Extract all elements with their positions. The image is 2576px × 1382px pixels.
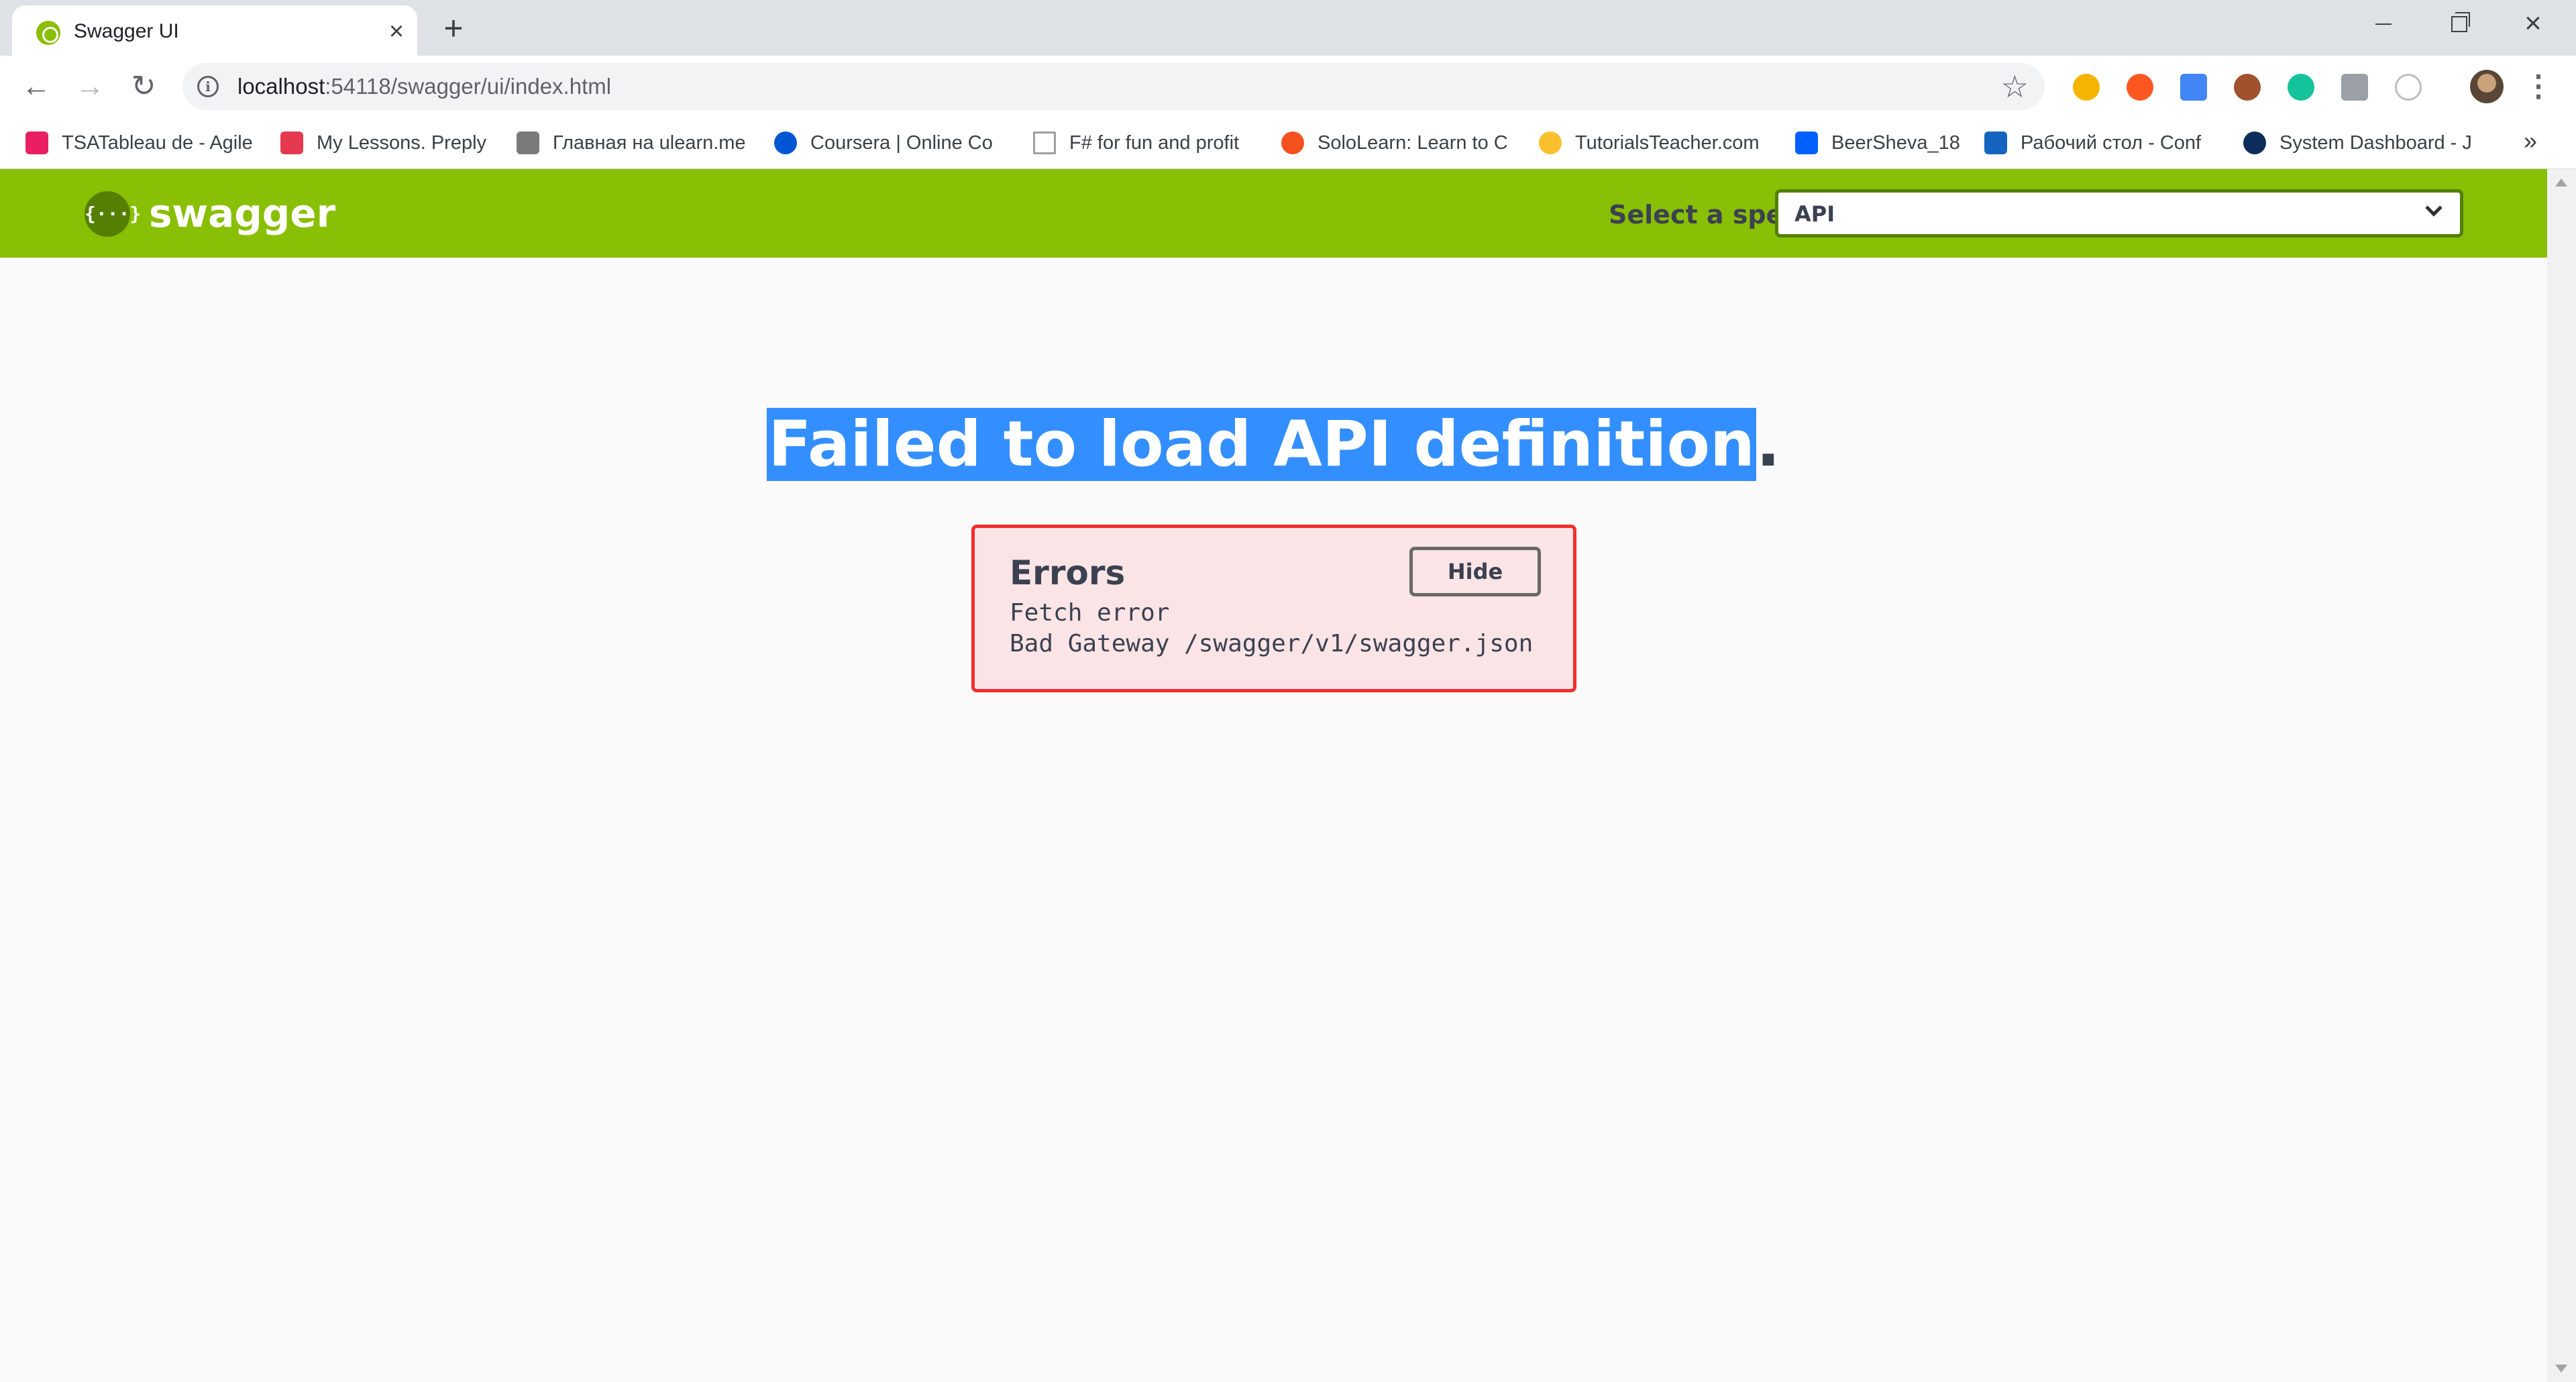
- tab-title: Swagger UI: [74, 20, 179, 42]
- extension-puzzle-icon[interactable]: [2073, 74, 2100, 101]
- sololearn-icon: [1281, 131, 1304, 154]
- browser-tab-strip: Swagger UI × + ×: [0, 0, 2576, 56]
- grammarly-icon[interactable]: [2288, 74, 2314, 101]
- bookmark-label: BeerSheva_18: [1831, 131, 1960, 154]
- bookmark-label: Главная на ulearn.me: [553, 131, 745, 154]
- bookmark-item[interactable]: F# for fun and profit: [1033, 127, 1261, 159]
- swagger-favicon-icon: [36, 21, 60, 45]
- minimize-button[interactable]: [2345, 0, 2420, 47]
- download-arrow-icon[interactable]: [2341, 74, 2368, 101]
- jira-icon: [2243, 131, 2266, 154]
- extension-circle-icon[interactable]: [2395, 74, 2422, 101]
- url-path: :54118/swagger/ui/index.html: [325, 74, 612, 99]
- bookmark-item[interactable]: Coursera | Online Co: [774, 127, 1002, 159]
- select-spec-label: Select a spec: [1609, 200, 1799, 229]
- errors-heading: Errors: [1010, 553, 1126, 592]
- hide-button[interactable]: Hide: [1409, 547, 1541, 596]
- bookmark-item[interactable]: Рабочий стол - Conf: [1984, 127, 2212, 159]
- restore-button[interactable]: [2420, 0, 2496, 47]
- url-text[interactable]: localhost:54118/swagger/ui/index.html: [237, 74, 611, 99]
- tutorialsteacher-icon: [1539, 131, 1562, 154]
- swagger-topbar: {···} swagger Select a spec API: [0, 169, 2547, 258]
- bookmark-item[interactable]: BeerSheva_18: [1795, 127, 1976, 159]
- bookmark-label: Рабочий стол - Conf: [2021, 131, 2202, 154]
- bookmark-item[interactable]: SoloLearn: Learn to C: [1281, 127, 1509, 159]
- coursera-infinity-icon: [774, 131, 797, 154]
- spec-select[interactable]: API: [1775, 189, 2463, 237]
- new-tab-button[interactable]: +: [435, 9, 472, 47]
- page-title: Failed to load API definition.: [0, 408, 2547, 481]
- tab-swagger-ui[interactable]: Swagger UI ×: [12, 5, 417, 56]
- bookmark-item[interactable]: System Dashboard - J: [2243, 127, 2471, 159]
- bookmark-label: F# for fun and profit: [1069, 131, 1240, 154]
- bookmark-favicon-icon: [25, 131, 48, 154]
- swagger-logo-icon[interactable]: {···}: [85, 191, 141, 237]
- bookmark-item[interactable]: TSATableau de - Agile: [25, 127, 254, 159]
- scroll-up-arrow-icon[interactable]: [2555, 178, 2567, 187]
- chevron-down-icon: [2425, 199, 2443, 217]
- tab-close-icon[interactable]: ×: [380, 15, 413, 48]
- browser-toolbar: ← → ↻ i localhost:54118/swagger/ui/index…: [0, 56, 2576, 117]
- extension-window-icon[interactable]: [2180, 74, 2207, 101]
- bookmark-favicon-icon: [280, 131, 303, 154]
- error-message: Bad Gateway /swagger/v1/swagger.json: [1010, 630, 1534, 657]
- bookmark-label: System Dashboard - J: [2279, 131, 2471, 154]
- error-message: Fetch error: [1010, 599, 1170, 627]
- selected-title-text: Failed to load API definition: [767, 408, 1756, 481]
- forward-arrow-icon[interactable]: →: [70, 66, 110, 107]
- extension-fire-icon[interactable]: [2127, 74, 2153, 101]
- document-icon: [1033, 131, 1056, 154]
- address-bar[interactable]: i localhost:54118/swagger/ui/index.html …: [182, 63, 2045, 110]
- scroll-down-arrow-icon[interactable]: [2555, 1365, 2567, 1373]
- close-window-button[interactable]: ×: [2496, 0, 2571, 47]
- bookmark-label: SoloLearn: Learn to C: [1318, 131, 1508, 154]
- bookmark-favicon-icon: [517, 131, 539, 154]
- bookmark-label: TSATableau de - Agile: [62, 131, 253, 154]
- bookmark-item[interactable]: My Lessons. Preply: [280, 127, 495, 159]
- title-period: .: [1756, 408, 1780, 481]
- bookmarks-bar: TSATableau de - Agile My Lessons. Preply…: [0, 117, 2576, 169]
- url-host: localhost: [237, 74, 325, 99]
- errors-panel: Errors Hide Fetch error Bad Gateway /swa…: [971, 525, 1576, 692]
- reload-icon[interactable]: ↻: [123, 66, 164, 107]
- confluence-icon: [1984, 131, 2007, 154]
- bookmarks-overflow-button[interactable]: »: [2524, 127, 2537, 155]
- bookmark-item[interactable]: Главная на ulearn.me: [517, 127, 745, 159]
- profile-avatar[interactable]: [2470, 70, 2504, 103]
- bookmark-label: My Lessons. Preply: [317, 131, 487, 154]
- dropbox-icon: [1795, 131, 1818, 154]
- bookmark-label: TutorialsTeacher.com: [1575, 131, 1760, 154]
- chrome-menu-icon[interactable]: ⋮: [2524, 68, 2553, 105]
- extension-monkey-icon[interactable]: [2234, 74, 2261, 101]
- bookmark-label: Coursera | Online Co: [810, 131, 993, 154]
- spec-select-value: API: [1794, 201, 1835, 227]
- bookmark-star-icon[interactable]: ☆: [2001, 68, 2029, 105]
- back-arrow-icon[interactable]: ←: [16, 66, 56, 107]
- swagger-logo-text[interactable]: swagger: [149, 191, 335, 236]
- info-icon[interactable]: i: [197, 76, 219, 97]
- page-scrollbar[interactable]: [2547, 169, 2576, 1382]
- bookmark-item[interactable]: TutorialsTeacher.com: [1539, 127, 1780, 159]
